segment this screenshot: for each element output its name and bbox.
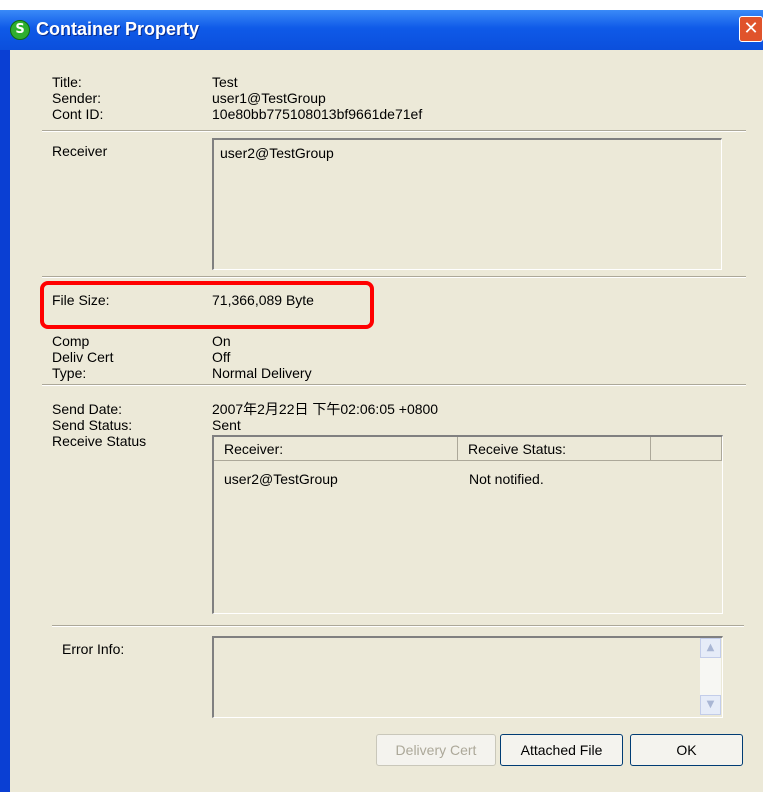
title-value: Test (212, 74, 238, 90)
sender-label: Sender: (52, 90, 102, 106)
file-size-highlight (40, 281, 374, 329)
receiver-label: Receiver (52, 143, 108, 159)
cont-id-value: 10e80bb775108013bf9661de71ef (212, 106, 423, 122)
receiver-list[interactable]: user2@TestGroup (212, 138, 722, 270)
column-header-empty[interactable] (651, 437, 722, 461)
scroll-up-icon[interactable]: ▲ (700, 638, 721, 658)
sender-value: user1@TestGroup (212, 90, 326, 106)
attached-file-button[interactable]: Attached File (500, 734, 623, 766)
receiver-list-item[interactable]: user2@TestGroup (220, 145, 334, 161)
type-value: Normal Delivery (212, 365, 312, 381)
send-status-value: Sent (212, 417, 241, 433)
title-label: Title: (52, 74, 82, 90)
container-property-window: S Container Property ✕ Title: Test Sende… (0, 10, 763, 792)
error-info-label: Error Info: (62, 641, 125, 657)
type-label: Type: (52, 365, 87, 381)
dialog-client: Title: Test Sender: user1@TestGroup Cont… (10, 50, 763, 792)
separator (42, 276, 746, 278)
send-date-value: 2007年2月22日 下午02:06:05 +0800 (212, 401, 439, 417)
scroll-down-icon[interactable]: ▼ (700, 695, 721, 715)
comp-label: Comp (52, 333, 90, 349)
separator (52, 625, 744, 627)
window-title: Container Property (36, 19, 200, 39)
deliv-cert-value: Off (212, 349, 231, 365)
send-date-label: Send Date: (52, 401, 123, 417)
top-edge (0, 0, 763, 2)
app-logo-icon: S (10, 20, 30, 40)
comp-value: On (212, 333, 231, 349)
error-info-field[interactable]: ▲ ▼ (212, 636, 723, 718)
receive-status-table[interactable]: Receiver: Receive Status: user2@TestGrou… (212, 435, 723, 614)
separator (42, 384, 746, 386)
row-receiver: user2@TestGroup (224, 471, 338, 487)
column-header-receiver[interactable]: Receiver: (214, 437, 458, 461)
row-receive-status: Not notified. (469, 471, 544, 487)
receive-status-label: Receive Status (52, 433, 147, 449)
close-button[interactable]: ✕ (739, 16, 763, 42)
separator (42, 130, 746, 132)
column-header-receive-status[interactable]: Receive Status: (458, 437, 651, 461)
error-scrollbar[interactable]: ▲ ▼ (700, 638, 721, 715)
send-status-label: Send Status: (52, 417, 133, 433)
cont-id-label: Cont ID: (52, 106, 104, 122)
delivery-cert-button[interactable]: Delivery Cert (376, 734, 496, 766)
ok-button[interactable]: OK (630, 734, 743, 766)
title-bar[interactable]: S Container Property ✕ (0, 10, 763, 50)
deliv-cert-label: Deliv Cert (52, 349, 114, 365)
